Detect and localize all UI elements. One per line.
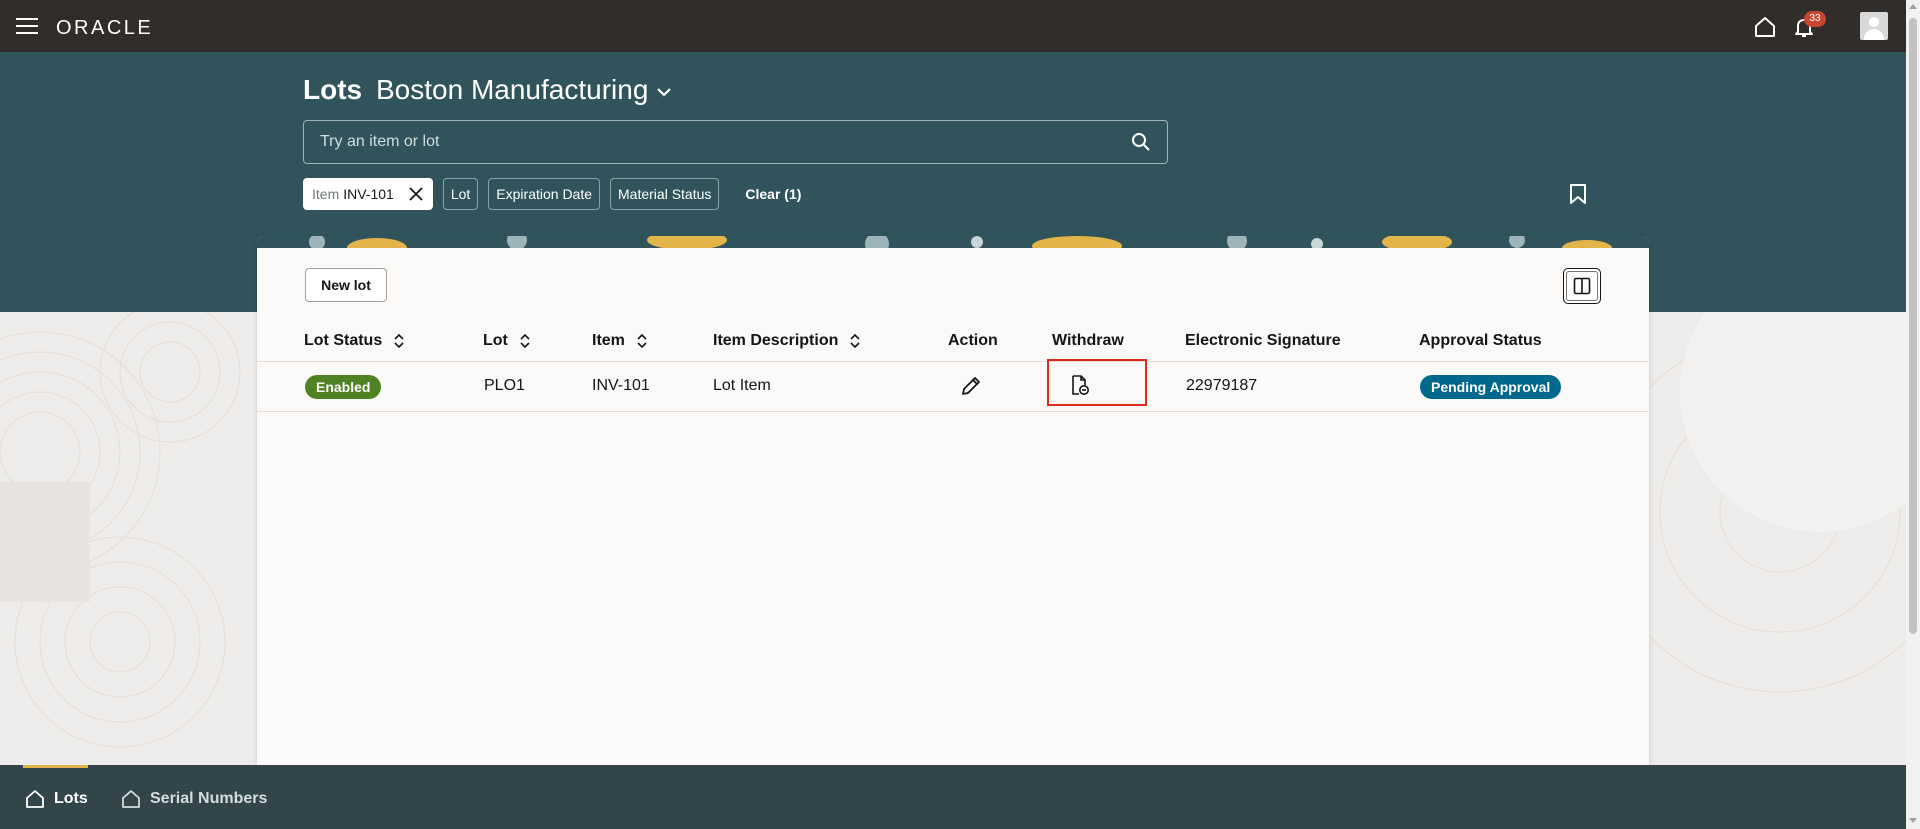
column-header-approval-status: Approval Status bbox=[1419, 332, 1542, 349]
column-header-electronic-signature: Electronic Signature bbox=[1185, 332, 1341, 349]
oracle-logo[interactable]: ORACLE bbox=[56, 17, 153, 40]
item-description-cell: Lot Item bbox=[713, 377, 771, 394]
active-tab-indicator bbox=[23, 765, 88, 768]
bottom-nav-label: Serial Numbers bbox=[150, 790, 268, 807]
column-label: Lot Status bbox=[304, 332, 383, 349]
home-icon bbox=[26, 790, 44, 808]
bottom-nav-lots[interactable]: Lots bbox=[24, 788, 88, 810]
status-badge: Enabled bbox=[305, 375, 382, 399]
withdraw-highlight-box bbox=[1047, 359, 1147, 406]
user-avatar[interactable] bbox=[1860, 12, 1888, 40]
table-header: Lot Status Lot Item Item Description Act… bbox=[257, 320, 1649, 362]
bottom-nav-serial-numbers[interactable]: Serial Numbers bbox=[120, 788, 267, 810]
lot-status-cell: Enabled bbox=[305, 375, 382, 399]
home-icon[interactable] bbox=[1752, 14, 1778, 40]
approval-status-badge: Pending Approval bbox=[1420, 375, 1562, 399]
chip-value: INV-101 bbox=[343, 186, 394, 202]
filter-chip-item[interactable]: Item INV-101 bbox=[303, 178, 433, 210]
filter-chip-material-status[interactable]: Material Status bbox=[610, 178, 720, 210]
organization-selector[interactable]: Boston Manufacturing bbox=[376, 74, 672, 106]
electronic-signature-cell: 22979187 bbox=[1186, 377, 1258, 394]
close-icon[interactable] bbox=[408, 186, 424, 202]
organization-name: Boston Manufacturing bbox=[376, 74, 649, 105]
new-lot-button[interactable]: New lot bbox=[305, 268, 387, 302]
item-cell: INV-101 bbox=[592, 377, 650, 394]
lot-cell: PLO1 bbox=[484, 377, 525, 394]
filter-chip-lot[interactable]: Lot bbox=[442, 178, 479, 210]
notification-count-badge: 33 bbox=[1804, 11, 1826, 27]
chip-key: Item bbox=[312, 186, 340, 202]
card-banner-pattern bbox=[257, 236, 1649, 248]
column-header-lot[interactable]: Lot bbox=[483, 332, 530, 350]
column-label: Item Description bbox=[713, 332, 839, 349]
column-label: Item bbox=[592, 332, 625, 349]
column-header-item[interactable]: Item bbox=[592, 332, 647, 350]
search-input[interactable] bbox=[304, 122, 1104, 162]
sort-icon[interactable] bbox=[850, 333, 860, 349]
filter-chip-expiration-date[interactable]: Expiration Date bbox=[488, 178, 601, 210]
search-icon[interactable] bbox=[1131, 132, 1151, 152]
home-icon bbox=[122, 790, 140, 808]
search-bar bbox=[303, 120, 1168, 164]
sort-icon[interactable] bbox=[394, 333, 404, 349]
column-label: Lot bbox=[483, 332, 508, 349]
vertical-scrollbar[interactable] bbox=[1906, 0, 1920, 829]
edit-icon[interactable] bbox=[959, 374, 983, 398]
column-header-withdraw: Withdraw bbox=[1052, 332, 1124, 349]
column-header-lot-status[interactable]: Lot Status bbox=[304, 332, 404, 350]
page-title: Lots bbox=[303, 74, 363, 105]
column-header-item-description[interactable]: Item Description bbox=[713, 332, 860, 350]
withdraw-document-icon[interactable] bbox=[1067, 373, 1091, 397]
lots-card: New lot Lot Status Lot Item Item Descrip… bbox=[257, 236, 1649, 765]
split-view-button[interactable] bbox=[1563, 268, 1601, 304]
clear-filters-link[interactable]: Clear (1) bbox=[745, 186, 801, 202]
scroll-down-arrow[interactable] bbox=[1909, 818, 1917, 823]
top-header-bar: ORACLE 33 bbox=[0, 0, 1906, 52]
approval-status-cell: Pending Approval bbox=[1420, 375, 1562, 399]
sort-icon[interactable] bbox=[637, 333, 647, 349]
bottom-nav-label: Lots bbox=[54, 790, 88, 807]
bookmark-icon[interactable] bbox=[1568, 183, 1588, 205]
column-header-action: Action bbox=[948, 332, 998, 349]
split-view-icon bbox=[1573, 277, 1591, 295]
chevron-down-icon bbox=[657, 88, 672, 97]
sort-icon[interactable] bbox=[520, 333, 530, 349]
bottom-navigation bbox=[0, 765, 1906, 829]
hamburger-menu-icon[interactable] bbox=[16, 18, 38, 34]
scroll-up-arrow[interactable] bbox=[1909, 4, 1917, 9]
scrollbar-thumb[interactable] bbox=[1909, 18, 1917, 634]
table-row[interactable]: Enabled PLO1 INV-101 Lot Item 22979187 P… bbox=[257, 359, 1649, 412]
filter-chips: Item INV-101 Lot Expiration Date Materia… bbox=[303, 178, 801, 210]
